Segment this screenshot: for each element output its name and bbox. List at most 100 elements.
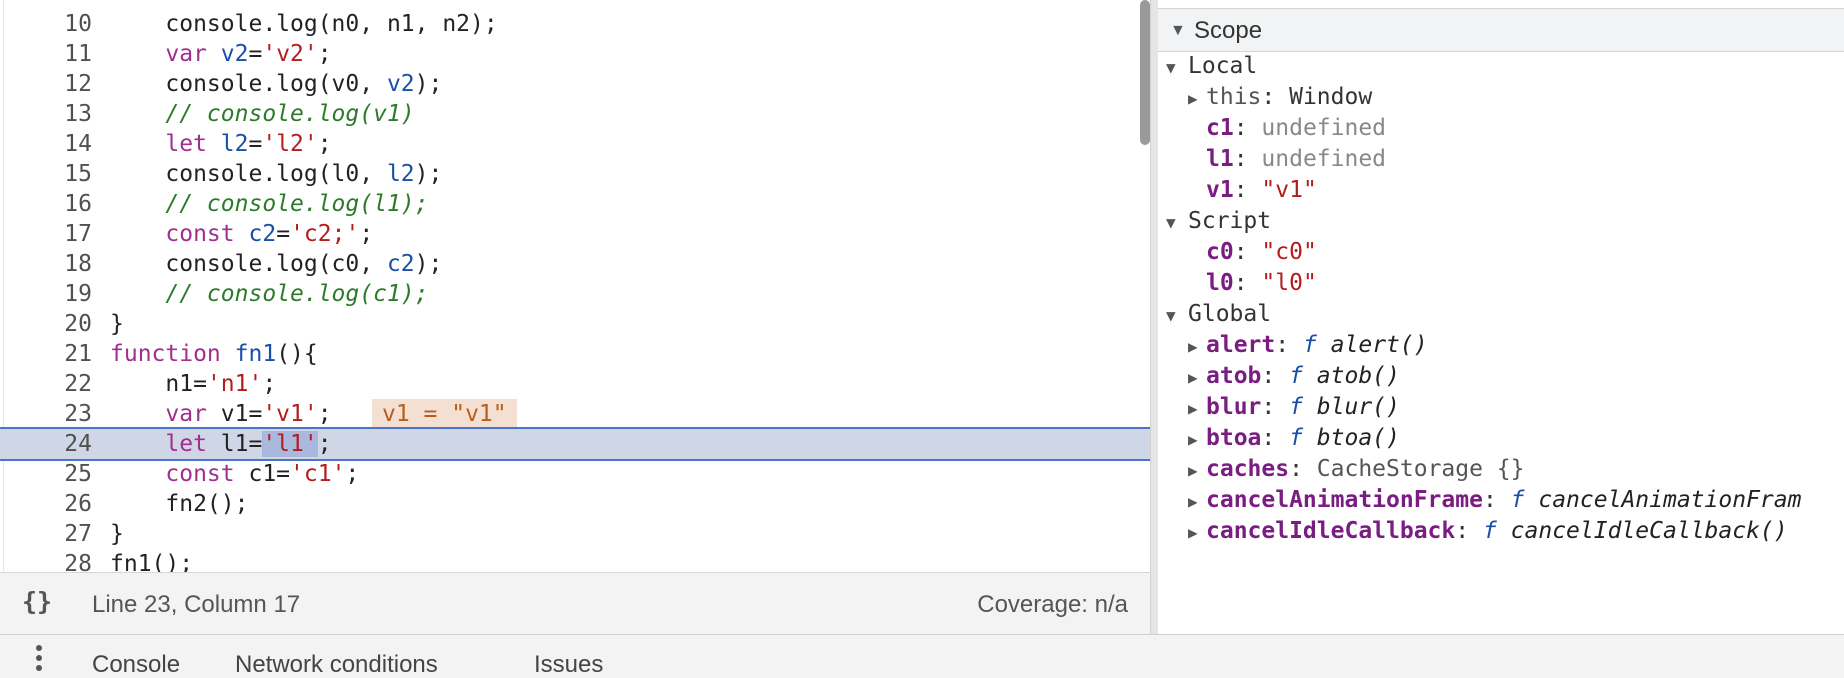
editor-status-bar: {} Line 23, Column 17 Coverage: n/a	[0, 572, 1150, 634]
drawer-tab-bar: Console Network conditions Issues	[0, 634, 1844, 678]
line-number[interactable]: 11	[0, 39, 92, 69]
line-number[interactable]: 13	[0, 99, 92, 129]
code-text: var v1='v1';	[165, 401, 332, 427]
line-number[interactable]: 22	[0, 369, 92, 399]
code-line-10[interactable]: 10 console.log(n0, n1, n2);	[0, 9, 1150, 39]
code-text: fn1();	[110, 551, 194, 572]
code-line-14[interactable]: 14 let l2='l2';	[0, 129, 1150, 159]
code-line-13[interactable]: 13 // console.log(v1)	[0, 99, 1150, 129]
code-line-28[interactable]: 28 fn1();	[0, 549, 1150, 572]
code-line-25[interactable]: 25 const c1='c1';	[0, 459, 1150, 489]
line-number[interactable]: 10	[0, 9, 92, 39]
line-number[interactable]: 27	[0, 519, 92, 549]
code-text: // console.log(c1);	[110, 281, 429, 307]
scope-title: Scope	[1194, 17, 1263, 44]
property-name: caches	[1206, 456, 1290, 482]
function-glyph: f	[1482, 518, 1511, 544]
inline-variable-value: v1 = "v1"	[372, 399, 517, 429]
line-number[interactable]: 20	[0, 309, 92, 339]
property-name: this	[1206, 84, 1262, 110]
code-text: fn2();	[110, 491, 249, 517]
property-value: "v1"	[1261, 177, 1317, 203]
line-number[interactable]: 26	[0, 489, 92, 519]
code-text: console.log(n0, n1, n2);	[110, 11, 498, 37]
code-line-27[interactable]: 27}	[0, 519, 1150, 549]
line-number[interactable]: 16	[0, 189, 92, 219]
tab-console[interactable]: Console	[92, 651, 180, 678]
line-number[interactable]: 12	[0, 69, 92, 99]
code-text: let l1='l1';	[165, 431, 332, 457]
line-number[interactable]: 21	[0, 339, 92, 369]
line-number[interactable]: 25	[0, 459, 92, 489]
code-text: // console.log(v1)	[110, 101, 415, 127]
property-value: alert()	[1330, 332, 1428, 358]
code-text: console.log(c0, c2);	[110, 251, 443, 277]
function-glyph: f	[1302, 332, 1331, 358]
property-value: "c0"	[1261, 239, 1317, 265]
property-value: undefined	[1261, 146, 1387, 172]
property-value: blur()	[1316, 394, 1400, 420]
code-line-23[interactable]: 23 var v1='v1'; v1 = "v1"	[0, 399, 1150, 429]
function-glyph: f	[1289, 363, 1317, 389]
code-text: console.log(v0, v2);	[110, 71, 443, 97]
line-number[interactable]: 24	[0, 429, 92, 459]
tab-network-conditions[interactable]: Network conditions	[235, 651, 438, 678]
code-text: }	[110, 311, 124, 337]
line-number[interactable]: 23	[0, 399, 92, 429]
scope-section-label: Global	[1188, 301, 1272, 327]
code-line-20[interactable]: 20}	[0, 309, 1150, 339]
code-text: }	[110, 521, 124, 547]
code-line-21[interactable]: 21 function fn1(){	[0, 339, 1150, 369]
property-name: l1	[1206, 146, 1234, 172]
line-number[interactable]: 17	[0, 219, 92, 249]
line-number[interactable]: 15	[0, 159, 92, 189]
property-name: c0	[1206, 239, 1234, 265]
code-line-22[interactable]: 22 n1='n1';	[0, 369, 1150, 399]
expand-triangle-icon: ▼	[1166, 306, 1176, 325]
coverage-status[interactable]: Coverage: n/a	[977, 591, 1128, 619]
code-line-12[interactable]: 12 console.log(v0, v2);	[0, 69, 1150, 99]
tab-issues[interactable]: Issues	[534, 651, 603, 678]
code-line-24[interactable]: 24 let l1='l1';	[0, 427, 1150, 461]
code-line-18[interactable]: 18 console.log(c0, c2);	[0, 249, 1150, 279]
code-text: // console.log(l1);	[110, 191, 429, 217]
scope-section-label: Local	[1188, 53, 1258, 79]
code-text: function fn1(){	[110, 341, 318, 367]
property-value: cancelAnimationFram	[1538, 487, 1802, 513]
property-name: blur	[1206, 394, 1262, 420]
code-line-15[interactable]: 15 console.log(l0, l2);	[0, 159, 1150, 189]
property-name: alert	[1206, 332, 1276, 358]
function-glyph: f	[1510, 487, 1539, 513]
line-number[interactable]: 28	[0, 549, 92, 572]
property-value: CacheStorage {}	[1316, 456, 1525, 482]
scope-property-cancelIdleCallback[interactable]: ▶ cancelIdleCallback: f cancelIdleCallbac…	[1188, 513, 1788, 549]
code-line-17[interactable]: 17 const c2='c2;';	[0, 219, 1150, 249]
code-text: var v2='v2';	[165, 41, 332, 67]
code-line-11[interactable]: 11 var v2='v2';	[0, 39, 1150, 69]
property-name: cancelIdleCallback	[1206, 518, 1456, 544]
pretty-print-button[interactable]: {}	[22, 587, 52, 616]
scope-header[interactable]: ▼ Scope	[1158, 8, 1844, 52]
code-line-16[interactable]: 16 // console.log(l1);	[0, 189, 1150, 219]
property-name: atob	[1206, 363, 1262, 389]
property-name: l0	[1206, 270, 1234, 296]
panel-splitter[interactable]	[1150, 0, 1158, 634]
code-text: const c1='c1';	[165, 461, 360, 487]
line-number[interactable]: 14	[0, 129, 92, 159]
property-name: v1	[1206, 177, 1234, 203]
property-name: cancelAnimationFrame	[1206, 487, 1483, 513]
code-line-19[interactable]: 19 // console.log(c1);	[0, 279, 1150, 309]
more-options-icon[interactable]	[36, 645, 42, 675]
code-line-26[interactable]: 26 fn2();	[0, 489, 1150, 519]
code-editor[interactable]: 10 console.log(n0, n1, n2); 11 var v2='v2…	[0, 0, 1150, 572]
property-value: "l0"	[1261, 270, 1317, 296]
line-number[interactable]: 18	[0, 249, 92, 279]
editor-scrollbar[interactable]	[1140, 0, 1150, 145]
function-glyph: f	[1289, 425, 1317, 451]
cursor-position: Line 23, Column 17	[92, 591, 301, 618]
line-number[interactable]: 19	[0, 279, 92, 309]
code-text: n1='n1';	[110, 371, 277, 397]
expand-triangle-icon: ▼	[1166, 213, 1176, 232]
collapse-triangle-icon[interactable]: ▶	[1188, 515, 1206, 551]
scope-section-label: Script	[1188, 208, 1272, 234]
